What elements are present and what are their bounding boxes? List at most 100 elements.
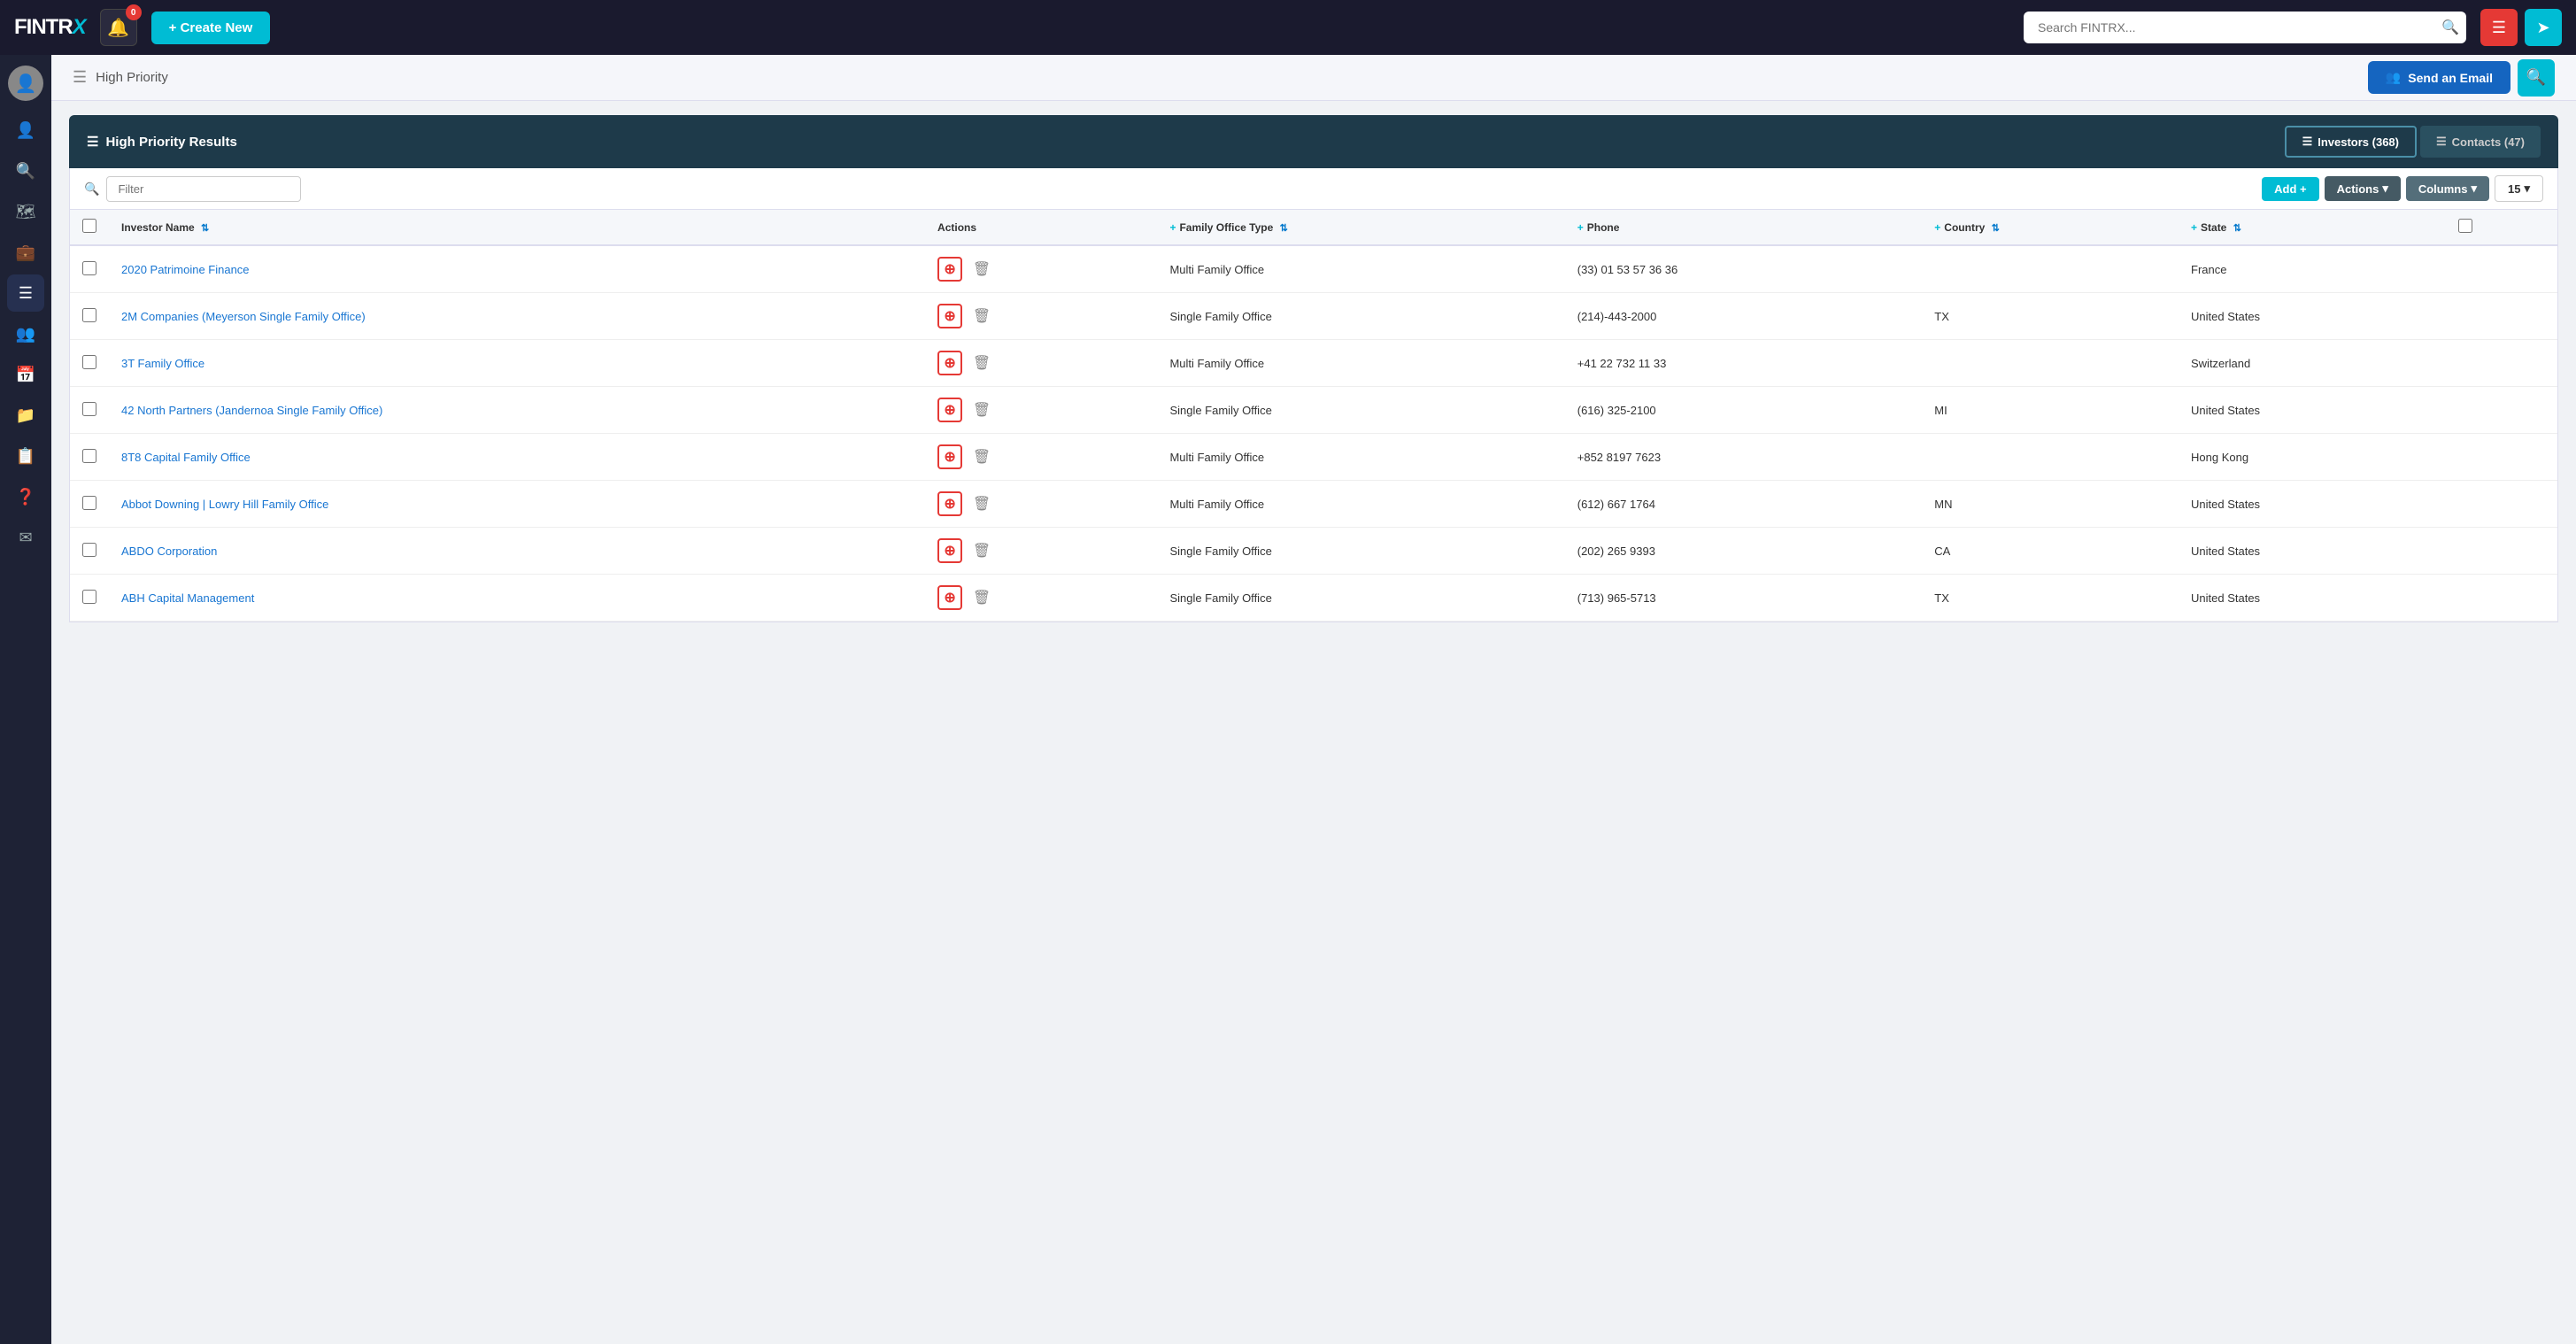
row-checkbox-cell: [70, 293, 109, 340]
state-cell: United States: [2179, 387, 2446, 434]
sidebar-item-email[interactable]: ✉: [7, 519, 44, 556]
sidebar-item-search[interactable]: 🔍: [7, 152, 44, 189]
row-checkbox[interactable]: [82, 261, 96, 275]
breadcrumb-label: High Priority: [96, 70, 168, 85]
nav-right-actions: ☰ ➤: [2480, 9, 2562, 46]
col-phone: +Phone: [1565, 210, 1923, 245]
create-new-button[interactable]: + Create New: [151, 12, 271, 44]
phone-cell: (616) 325-2100: [1565, 387, 1923, 434]
results-tabs: ☰ Investors (368) ☰ Contacts (47): [2285, 126, 2541, 158]
sidebar-item-profile[interactable]: 👤: [7, 112, 44, 149]
delete-investor-button[interactable]: 🗑: [969, 257, 994, 282]
breadcrumb-search-button[interactable]: 🔍: [2518, 59, 2555, 97]
row-checkbox[interactable]: [82, 590, 96, 604]
delete-investor-button[interactable]: 🗑: [969, 585, 994, 610]
sidebar-item-briefcase[interactable]: 💼: [7, 234, 44, 271]
columns-button[interactable]: Columns ▾: [2406, 176, 2489, 201]
row-end-cell: [2446, 481, 2557, 528]
add-investor-button[interactable]: ⊕: [937, 398, 962, 422]
count-button[interactable]: 15 ▾: [2495, 175, 2543, 202]
phone-cell: (612) 667 1764: [1565, 481, 1923, 528]
row-checkbox[interactable]: [82, 496, 96, 510]
sort-icon-state[interactable]: ⇅: [2233, 223, 2241, 234]
phone-cell: (33) 01 53 57 36 36: [1565, 245, 1923, 293]
filter-input[interactable]: [106, 176, 301, 202]
investor-name-link[interactable]: 42 North Partners (Jandernoa Single Fami…: [121, 404, 382, 417]
investor-name-link[interactable]: 3T Family Office: [121, 357, 204, 370]
phone-cell: +41 22 732 11 33: [1565, 340, 1923, 387]
results-title-icon: ☰: [87, 134, 98, 150]
table-row: Abbot Downing | Lowry Hill Family Office…: [70, 481, 2557, 528]
toolbar-right: Add + Actions ▾ Columns ▾ 15 ▾: [2262, 175, 2543, 202]
col-actions: Actions: [925, 210, 1157, 245]
global-search: 🔍: [2024, 12, 2466, 43]
phone-cell: (202) 265 9393: [1565, 528, 1923, 575]
delete-investor-button[interactable]: 🗑: [969, 538, 994, 563]
investor-name-link[interactable]: 2020 Patrimoine Finance: [121, 263, 250, 276]
sort-icon-country[interactable]: ⇅: [1992, 223, 2000, 234]
row-checkbox[interactable]: [82, 308, 96, 322]
columns-chevron-icon: ▾: [2471, 182, 2477, 196]
sidebar-item-map[interactable]: 🗺: [7, 193, 44, 230]
tab-investors[interactable]: ☰ Investors (368): [2285, 126, 2417, 158]
row-checkbox-cell: [70, 481, 109, 528]
sidebar-item-folder[interactable]: 📁: [7, 397, 44, 434]
count-chevron-icon: ▾: [2524, 182, 2530, 196]
col-family-office-type: +Family Office Type ⇅: [1157, 210, 1564, 245]
country-cell: TX: [1922, 575, 2179, 622]
content-area: ☰ High Priority Results ☰ Investors (368…: [51, 101, 2576, 637]
search-submit-button[interactable]: 🔍: [2441, 19, 2459, 36]
sort-icon-family-office[interactable]: ⇅: [1280, 223, 1288, 234]
sidebar-item-group[interactable]: 👥: [7, 315, 44, 352]
select-all-header: [70, 210, 109, 245]
sidebar-item-help[interactable]: ❓: [7, 478, 44, 515]
investor-name-link[interactable]: 8T8 Capital Family Office: [121, 451, 251, 464]
notification-button[interactable]: 🔔 0: [100, 9, 137, 46]
share-icon-button[interactable]: ➤: [2525, 9, 2562, 46]
investor-name-link[interactable]: Abbot Downing | Lowry Hill Family Office: [121, 498, 328, 511]
investor-name-link[interactable]: 2M Companies (Meyerson Single Family Off…: [121, 310, 366, 323]
actions-button[interactable]: Actions ▾: [2325, 176, 2401, 201]
investor-name-link[interactable]: ABH Capital Management: [121, 591, 254, 605]
row-checkbox[interactable]: [82, 355, 96, 369]
row-end-cell: [2446, 528, 2557, 575]
delete-investor-button[interactable]: 🗑: [969, 304, 994, 328]
tab-contacts[interactable]: ☰ Contacts (47): [2420, 126, 2541, 158]
sidebar-item-list[interactable]: ☰: [7, 274, 44, 312]
sort-icon-investor-name[interactable]: ⇅: [201, 223, 209, 234]
select-all-checkbox[interactable]: [82, 219, 96, 233]
row-checkbox-cell: [70, 528, 109, 575]
delete-investor-button[interactable]: 🗑: [969, 398, 994, 422]
header-checkbox-right[interactable]: [2458, 219, 2472, 233]
add-investor-button[interactable]: ⊕: [937, 444, 962, 469]
delete-investor-button[interactable]: 🗑: [969, 351, 994, 375]
state-cell: Switzerland: [2179, 340, 2446, 387]
sidebar-item-document[interactable]: 📋: [7, 437, 44, 475]
add-investor-button[interactable]: ⊕: [937, 585, 962, 610]
actions-cell: ⊕ 🗑: [925, 387, 1157, 434]
col-country: +Country ⇅: [1922, 210, 2179, 245]
search-input[interactable]: [2024, 12, 2466, 43]
add-investor-button[interactable]: ⊕: [937, 538, 962, 563]
add-investor-button[interactable]: ⊕: [937, 304, 962, 328]
delete-investor-button[interactable]: 🗑: [969, 444, 994, 469]
menu-icon-button[interactable]: ☰: [2480, 9, 2518, 46]
send-email-button[interactable]: 👥 Send an Email: [2368, 61, 2510, 94]
table-row: 3T Family Office ⊕ 🗑 Multi Family Office…: [70, 340, 2557, 387]
investor-name-cell: Abbot Downing | Lowry Hill Family Office: [109, 481, 925, 528]
actions-cell: ⊕ 🗑: [925, 528, 1157, 575]
add-investor-button[interactable]: ⊕: [937, 491, 962, 516]
row-checkbox[interactable]: [82, 449, 96, 463]
add-investor-button[interactable]: ⊕: [937, 257, 962, 282]
add-investor-button[interactable]: ⊕: [937, 351, 962, 375]
sidebar-item-calendar[interactable]: 📅: [7, 356, 44, 393]
row-end-cell: [2446, 575, 2557, 622]
row-checkbox[interactable]: [82, 402, 96, 416]
add-button[interactable]: Add +: [2262, 177, 2318, 201]
row-checkbox-cell: [70, 245, 109, 293]
investor-name-link[interactable]: ABDO Corporation: [121, 545, 217, 558]
row-checkbox[interactable]: [82, 543, 96, 557]
delete-investor-button[interactable]: 🗑: [969, 491, 994, 516]
avatar[interactable]: 👤: [8, 66, 43, 101]
app-logo: FINTRX: [14, 15, 86, 40]
